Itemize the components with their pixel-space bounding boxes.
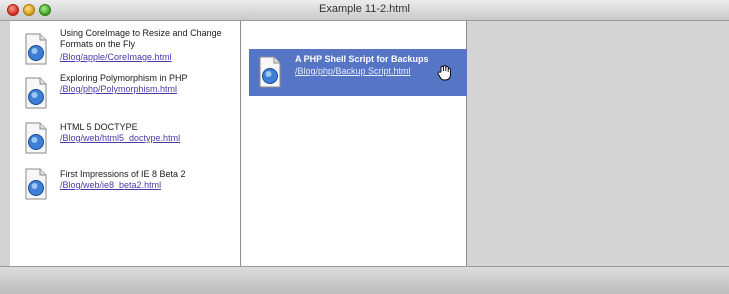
- html-document-icon: [25, 122, 47, 154]
- selected-list-item[interactable]: A PHP Shell Script for Backups /Blog/php…: [249, 49, 475, 96]
- item-link[interactable]: /Blog/web/ie8_beta2.html: [60, 180, 161, 191]
- html-document-icon: [25, 77, 47, 109]
- title-bar[interactable]: Example 11-2.html: [0, 0, 729, 21]
- browser-window: Example 11-2.html Using CoreImage to Res…: [0, 0, 729, 294]
- html-document-icon: [25, 33, 47, 65]
- item-link[interactable]: /Blog/web/html5_doctype.html: [60, 133, 180, 144]
- item-link[interactable]: /Blog/php/Polymorphism.html: [60, 84, 177, 95]
- item-link[interactable]: /Blog/apple/CoreImage.html: [60, 52, 172, 63]
- item-title: First Impressions of IE 8 Beta 2: [60, 169, 186, 179]
- item-title: Exploring Polymorphism in PHP: [60, 73, 188, 83]
- item-title: HTML 5 DOCTYPE: [60, 122, 138, 132]
- list-item[interactable]: First Impressions of IE 8 Beta 2 /Blog/w…: [10, 164, 241, 208]
- item-title: Using CoreImage to Resize and Change For…: [60, 28, 222, 49]
- item-title: A PHP Shell Script for Backups: [295, 54, 429, 64]
- html-document-icon: [25, 168, 47, 200]
- hand-cursor-icon: [437, 65, 451, 81]
- window-title: Example 11-2.html: [319, 3, 410, 15]
- list-item[interactable]: Exploring Polymorphism in PHP /Blog/php/…: [10, 69, 241, 113]
- empty-column-area: [467, 21, 729, 266]
- left-pane: Using CoreImage to Resize and Change For…: [10, 21, 241, 266]
- bottom-status-bar: [0, 266, 729, 294]
- html-document-icon: [259, 56, 281, 88]
- list-item[interactable]: HTML 5 DOCTYPE /Blog/web/html5_doctype.h…: [10, 117, 241, 161]
- middle-pane: A PHP Shell Script for Backups /Blog/php…: [241, 21, 475, 266]
- item-link[interactable]: /Blog/php/Backup Script.html: [295, 66, 411, 77]
- list-item[interactable]: Using CoreImage to Resize and Change For…: [10, 25, 241, 73]
